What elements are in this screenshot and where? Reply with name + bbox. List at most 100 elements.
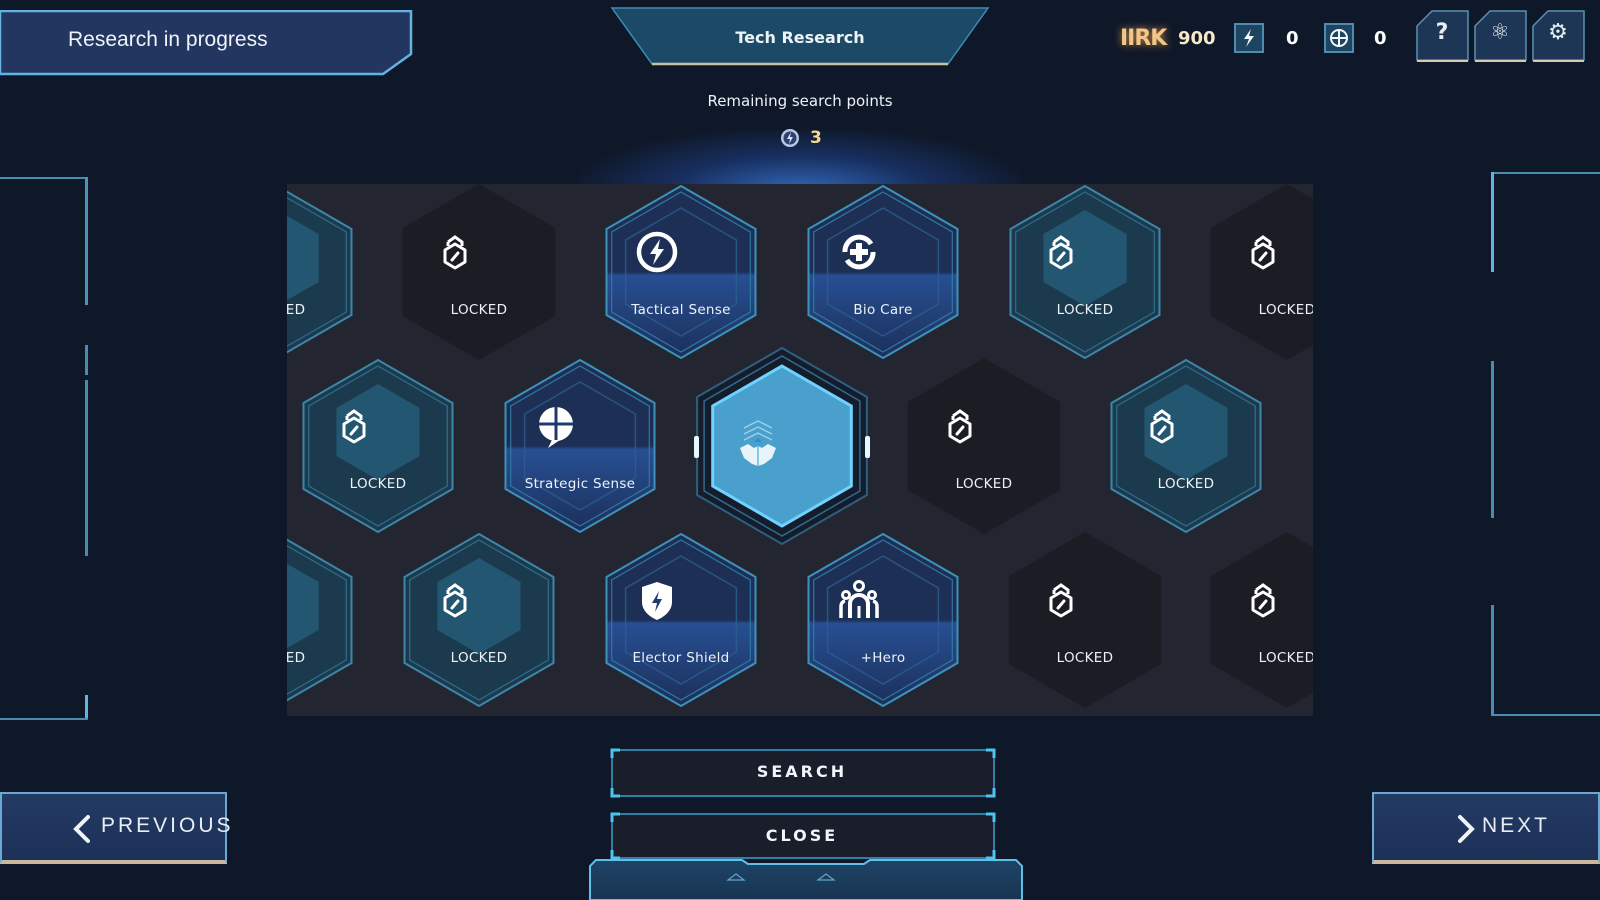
- tech-node[interactable]: LOCKED: [907, 358, 1061, 534]
- tech-node-label: LOCKED: [1157, 476, 1215, 492]
- left-frame-segment: [85, 380, 88, 556]
- tech-node-label: LOCKED: [1258, 302, 1313, 318]
- remaining-points-label: Remaining search points: [707, 92, 893, 110]
- atom-icon: ⚛: [1490, 20, 1510, 45]
- next-button-label: NEXT: [1482, 814, 1551, 837]
- gear-icon: ⚙: [1548, 20, 1568, 45]
- right-frame-bottom: [1491, 714, 1600, 716]
- tech-node[interactable]: +Hero: [807, 532, 959, 708]
- hex-shape: [302, 358, 454, 534]
- research-button[interactable]: ⚛: [1474, 10, 1527, 62]
- bottom-dock-shape: [589, 859, 1023, 900]
- shield-bolt-icon: [642, 582, 672, 620]
- tech-node[interactable]: LOCKED: [403, 532, 555, 708]
- close-button-label: CLOSE: [765, 826, 839, 845]
- globe-badge-icon: [1324, 23, 1354, 53]
- chevron-left-icon: [73, 815, 90, 843]
- hex-shape: [1110, 358, 1262, 534]
- left-frame-top: [0, 177, 86, 179]
- bio-care-icon: [842, 234, 876, 270]
- tech-node[interactable]: Tactical Sense: [605, 184, 757, 360]
- chevron-right-icon: [1458, 815, 1475, 843]
- lock-icon: [1049, 235, 1073, 270]
- previous-button[interactable]: PREVIOUS: [0, 792, 231, 864]
- research-status-banner: Research in progress: [0, 10, 413, 76]
- tech-node-label: LOCKED: [450, 302, 508, 318]
- tech-node[interactable]: LOCKED: [287, 184, 353, 360]
- page-title: Tech Research: [735, 28, 865, 47]
- right-frame-top: [1491, 172, 1600, 174]
- tech-node[interactable]: LOCKED: [402, 184, 556, 360]
- tech-node-label: LOCKED: [955, 476, 1013, 492]
- lock-icon: [1150, 409, 1174, 444]
- remaining-points: Remaining search points: [0, 92, 1600, 110]
- globe-value: 0: [1374, 28, 1387, 49]
- hex-shape: [287, 538, 353, 702]
- hex-shape: [807, 532, 959, 708]
- tech-node-label: LOCKED: [349, 476, 407, 492]
- search-point-icon: [781, 129, 799, 147]
- currency-value: 900: [1178, 28, 1216, 49]
- lock-icon: [1049, 583, 1073, 618]
- lock-icon: [1251, 583, 1275, 618]
- hex-shape: [1008, 532, 1162, 708]
- hex-shape: [403, 532, 555, 708]
- left-frame-segment: [85, 345, 88, 375]
- tech-node-label: Strategic Sense: [524, 476, 636, 492]
- lock-icon: [1251, 235, 1275, 270]
- tech-node[interactable]: LOCKED: [1210, 184, 1313, 360]
- lightning-value: 0: [1286, 28, 1299, 49]
- tech-node[interactable]: Strategic Sense: [504, 358, 656, 534]
- page-title-tab: Tech Research: [610, 6, 990, 66]
- tech-node[interactable]: LOCKED: [1210, 532, 1313, 708]
- next-button[interactable]: NEXT: [1372, 792, 1600, 864]
- tech-node-label: LOCKED: [450, 650, 508, 666]
- lock-icon: [443, 583, 467, 618]
- hex-shape: [287, 190, 353, 354]
- hex-shape: [807, 184, 959, 360]
- research-status-text: Research in progress: [68, 28, 268, 51]
- tech-node-label: LOCKED: [287, 650, 306, 666]
- core-tech-node[interactable]: [694, 346, 870, 546]
- tech-node-label: LOCKED: [1056, 650, 1114, 666]
- right-frame-segment: [1491, 605, 1494, 715]
- hex-shape: [504, 358, 656, 534]
- tech-node[interactable]: Bio Care: [807, 184, 959, 360]
- close-button[interactable]: CLOSE: [610, 812, 996, 860]
- currency-logo-icon: IIRK: [1120, 26, 1167, 51]
- help-button[interactable]: ?: [1416, 10, 1469, 62]
- remaining-points-value: 3: [810, 128, 822, 148]
- bolt-circle-icon: [636, 231, 678, 273]
- tech-node-label: Elector Shield: [632, 650, 730, 666]
- previous-button-label: PREVIOUS: [101, 814, 234, 837]
- tech-node[interactable]: LOCKED: [302, 358, 454, 534]
- lock-icon: [948, 409, 972, 444]
- left-frame-segment: [85, 695, 88, 720]
- tech-node[interactable]: LOCKED: [1110, 358, 1262, 534]
- tech-node[interactable]: LOCKED: [1009, 184, 1161, 360]
- tech-grid: LOCKED LOCKED Tactical Sense: [287, 184, 1313, 716]
- lightning-badge-icon: [1234, 23, 1264, 53]
- hex-shape: [605, 532, 757, 708]
- tech-node[interactable]: LOCKED: [287, 532, 353, 708]
- emblem-icon: [740, 420, 776, 466]
- tech-node[interactable]: LOCKED: [1008, 532, 1162, 708]
- hex-shape: [907, 358, 1061, 534]
- left-frame-segment: [85, 177, 88, 305]
- hex-shape: [605, 184, 757, 360]
- hex-shape: [1009, 184, 1161, 360]
- tech-node-label: Bio Care: [853, 302, 913, 318]
- tech-node[interactable]: Elector Shield: [605, 532, 757, 708]
- lock-icon: [443, 235, 467, 270]
- bottom-dock: [580, 858, 1032, 900]
- tech-node-label: LOCKED: [1056, 302, 1114, 318]
- settings-button[interactable]: ⚙: [1532, 10, 1585, 62]
- hero-group-icon: [839, 580, 879, 618]
- search-button[interactable]: SEARCH: [610, 748, 996, 798]
- search-button-label: SEARCH: [756, 762, 848, 781]
- lock-icon: [342, 409, 366, 444]
- tech-node-label: LOCKED: [287, 302, 306, 318]
- right-frame-segment: [1491, 172, 1494, 272]
- tech-node-label: +Hero: [860, 650, 906, 666]
- tech-node-label: LOCKED: [1258, 650, 1313, 666]
